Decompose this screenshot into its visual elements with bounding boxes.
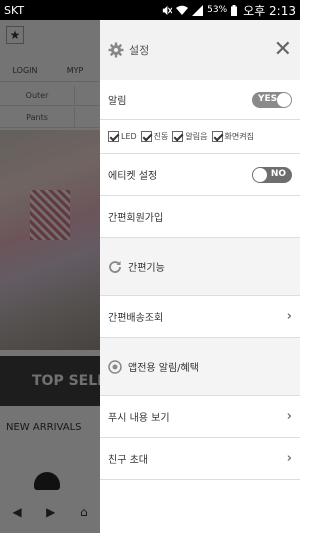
drawer-title: 설정 [129,44,150,57]
checkbox-label: 알림음 [185,132,208,141]
checkbox-checked [172,131,184,142]
checkbox-checked [211,131,223,142]
status-bar: SKT 53% 오후 2:13 [0,0,300,20]
settings-drawer: 설정 ✕ 알림 YES LED 진동 알림음 화면켜짐 에티켓 설정 NO 간편… [100,20,300,533]
notification-label: 알림 [108,96,127,107]
checkbox-checked [140,131,152,142]
easy-signup-label: 간편회원가입 [108,213,164,224]
app-alert-label: 앱전용 알림/혜택 [128,363,199,374]
notification-row: 알림 YES [100,80,300,120]
wifi-icon [176,5,189,15]
easy-feature-header: 간편기능 [100,238,300,296]
easy-signup-item[interactable]: 간편회원가입 [100,196,300,238]
easy-shipping-label: 간편배송조회 [108,313,164,324]
clock: 오후 2:13 [243,3,296,18]
refresh-icon [109,260,121,273]
led-checkbox[interactable]: LED [108,131,137,142]
toggle-label: YES [258,93,278,104]
notification-options: LED 진동 알림음 화면켜짐 [108,131,254,142]
easy-shipping-item[interactable]: 간편배송조회 › [100,296,300,338]
app-alert-header: 앱전용 알림/혜택 [100,338,300,396]
sound-checkbox[interactable]: 알림음 [172,131,208,142]
battery-percent: 53% [207,5,228,15]
drawer-header: 설정 ✕ [100,20,300,80]
easy-feature-label: 간편기능 [128,263,165,274]
carrier-label: SKT [4,3,25,17]
push-view-item[interactable]: 푸시 내용 보기 › [100,396,300,438]
notification-toggle[interactable]: YES [252,91,292,108]
invite-friend-label: 친구 초대 [108,455,148,466]
invite-friend-item[interactable]: 친구 초대 › [100,438,300,480]
notification-options-row: LED 진동 알림음 화면켜짐 [100,120,300,154]
checkbox-checked [108,131,119,142]
push-view-label: 푸시 내용 보기 [108,413,170,424]
checkbox-label: LED [121,132,137,141]
chevron-right-icon: › [286,409,292,424]
mute-icon [162,5,173,15]
target-icon [108,359,122,374]
battery-icon [231,4,238,16]
etiquette-toggle[interactable]: NO [252,166,292,183]
close-button[interactable]: ✕ [274,39,292,61]
status-icons: 53% 오후 2:13 [161,2,296,19]
drawer-overlay[interactable] [0,20,100,533]
etiquette-row: 에티켓 설정 NO [100,154,300,196]
toggle-knob [277,92,291,107]
etiquette-label: 에티켓 설정 [108,171,158,182]
toggle-knob [253,167,267,182]
checkbox-label: 화면켜짐 [224,132,254,141]
chevron-right-icon: › [286,309,292,324]
signal-icon [192,4,204,16]
gear-icon [108,42,124,58]
toggle-label: NO [270,168,286,179]
vibrate-checkbox[interactable]: 진동 [140,131,169,142]
checkbox-label: 진동 [153,132,169,141]
chevron-right-icon: › [286,451,292,466]
screen-on-checkbox[interactable]: 화면켜짐 [211,131,254,142]
